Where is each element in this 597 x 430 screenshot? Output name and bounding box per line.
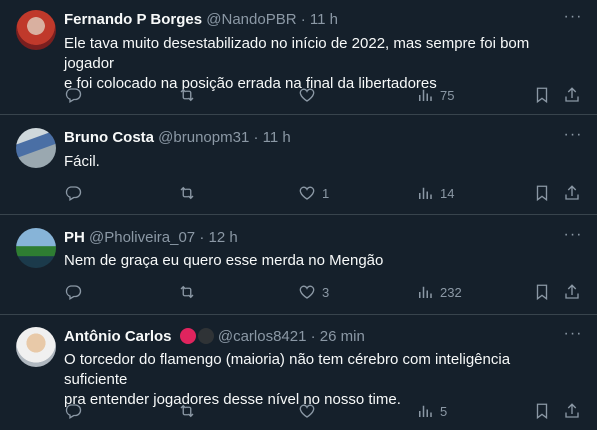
views-icon	[416, 283, 434, 301]
separator-dot: ·	[253, 129, 259, 146]
author-handle[interactable]: @Pholiveira_07	[89, 229, 195, 246]
more-icon[interactable]: ···	[563, 227, 583, 248]
bookmark-button[interactable]	[533, 183, 551, 203]
bookmark-icon	[533, 86, 551, 104]
reply-feed: Fernando P Borges @NandoPBR · 11 h ··· E…	[0, 0, 597, 430]
share-button[interactable]	[563, 401, 581, 421]
reply-button[interactable]	[64, 401, 88, 421]
views-icon	[416, 184, 434, 202]
tweet-header: PH @Pholiveira_07 · 12 h	[64, 228, 557, 248]
tweet-text: Fácil.	[64, 152, 577, 172]
retweet-button[interactable]	[178, 183, 202, 203]
reply-icon	[64, 86, 82, 104]
more-icon[interactable]: ···	[563, 127, 583, 148]
tweet[interactable]: Bruno Costa @brunopm31 · 11 h ··· Fácil.…	[0, 115, 597, 215]
action-bar: 75	[0, 85, 597, 105]
views-button[interactable]: 75	[416, 85, 454, 105]
avatar[interactable]	[16, 327, 56, 367]
timestamp[interactable]: 11 h	[310, 11, 338, 28]
red-circle-emoji-icon	[179, 328, 196, 344]
separator-dot: ·	[199, 229, 205, 246]
views-count: 75	[440, 87, 455, 103]
black-circle-emoji-icon	[197, 328, 214, 344]
retweet-icon	[178, 86, 196, 104]
author-name[interactable]: Antônio Carlos	[64, 328, 172, 345]
reply-button[interactable]	[64, 282, 88, 302]
views-icon	[416, 402, 434, 420]
reply-button[interactable]	[64, 85, 88, 105]
timestamp[interactable]: 26 min	[320, 328, 365, 345]
more-icon[interactable]: ···	[563, 9, 583, 30]
bookmark-icon	[533, 184, 551, 202]
like-button[interactable]	[298, 85, 322, 105]
like-count: 3	[322, 284, 330, 300]
bookmark-icon	[533, 283, 551, 301]
like-button[interactable]: 3	[298, 282, 329, 302]
tweet-text-line: Nem de graça eu quero esse merda no Meng…	[64, 252, 384, 269]
tweet-text-line: Ele tava muito desestabilizado no início…	[64, 35, 530, 72]
share-button[interactable]	[563, 183, 581, 203]
share-icon	[563, 184, 581, 202]
timestamp[interactable]: 11 h	[263, 129, 291, 146]
bookmark-button[interactable]	[533, 282, 551, 302]
bookmark-icon	[533, 402, 551, 420]
author-name[interactable]: Fernando P Borges	[64, 11, 202, 28]
tweet-text-line: O torcedor do flamengo (maioria) não tem…	[64, 351, 511, 388]
like-button[interactable]: 1	[298, 183, 329, 203]
like-icon	[298, 402, 316, 420]
timestamp[interactable]: 12 h	[208, 229, 237, 246]
bookmark-button[interactable]	[533, 85, 551, 105]
separator-dot: ·	[310, 328, 316, 345]
like-icon	[298, 86, 316, 104]
share-icon	[563, 402, 581, 420]
retweet-button[interactable]	[178, 282, 202, 302]
reply-icon	[64, 402, 82, 420]
author-handle[interactable]: @NandoPBR	[206, 11, 296, 28]
views-button[interactable]: 14	[416, 183, 454, 203]
share-button[interactable]	[563, 282, 581, 302]
tweet-header: Bruno Costa @brunopm31 · 11 h	[64, 128, 557, 148]
views-count: 232	[440, 284, 462, 300]
retweet-button[interactable]	[178, 401, 202, 421]
share-icon	[563, 283, 581, 301]
views-count: 14	[440, 185, 455, 201]
author-handle[interactable]: @carlos8421	[218, 328, 307, 345]
author-name[interactable]: PH	[64, 229, 85, 246]
reply-icon	[64, 184, 82, 202]
like-icon	[298, 283, 316, 301]
bookmark-button[interactable]	[533, 401, 551, 421]
views-button[interactable]: 232	[416, 282, 462, 302]
more-icon[interactable]: ···	[563, 326, 583, 347]
avatar[interactable]	[16, 228, 56, 268]
action-bar: 3 232	[0, 282, 597, 302]
views-button[interactable]: 5	[416, 401, 447, 421]
author-name[interactable]: Bruno Costa	[64, 129, 154, 146]
tweet[interactable]: PH @Pholiveira_07 · 12 h ··· Nem de graç…	[0, 215, 597, 315]
action-bar: 1 14	[0, 183, 597, 203]
tweet-header: Fernando P Borges @NandoPBR · 11 h	[64, 10, 557, 30]
like-button[interactable]	[298, 401, 322, 421]
views-icon	[416, 86, 434, 104]
author-handle[interactable]: @brunopm31	[158, 129, 249, 146]
tweet[interactable]: Antônio Carlos @carlos8421 · 26 min ··· …	[0, 315, 597, 430]
share-button[interactable]	[563, 85, 581, 105]
tweet[interactable]: Fernando P Borges @NandoPBR · 11 h ··· E…	[0, 0, 597, 115]
retweet-icon	[178, 184, 196, 202]
tweet-text-line: Fácil.	[64, 153, 100, 170]
avatar[interactable]	[16, 10, 56, 50]
tweet-header: Antônio Carlos @carlos8421 · 26 min	[64, 327, 557, 347]
like-icon	[298, 184, 316, 202]
avatar[interactable]	[16, 128, 56, 168]
separator-dot: ·	[300, 11, 306, 28]
retweet-icon	[178, 283, 196, 301]
like-count: 1	[322, 185, 330, 201]
reply-icon	[64, 283, 82, 301]
retweet-icon	[178, 402, 196, 420]
retweet-button[interactable]	[178, 85, 202, 105]
tweet-text: Nem de graça eu quero esse merda no Meng…	[64, 251, 577, 271]
action-bar: 5	[0, 401, 597, 421]
reply-button[interactable]	[64, 183, 88, 203]
views-count: 5	[440, 403, 448, 419]
share-icon	[563, 86, 581, 104]
